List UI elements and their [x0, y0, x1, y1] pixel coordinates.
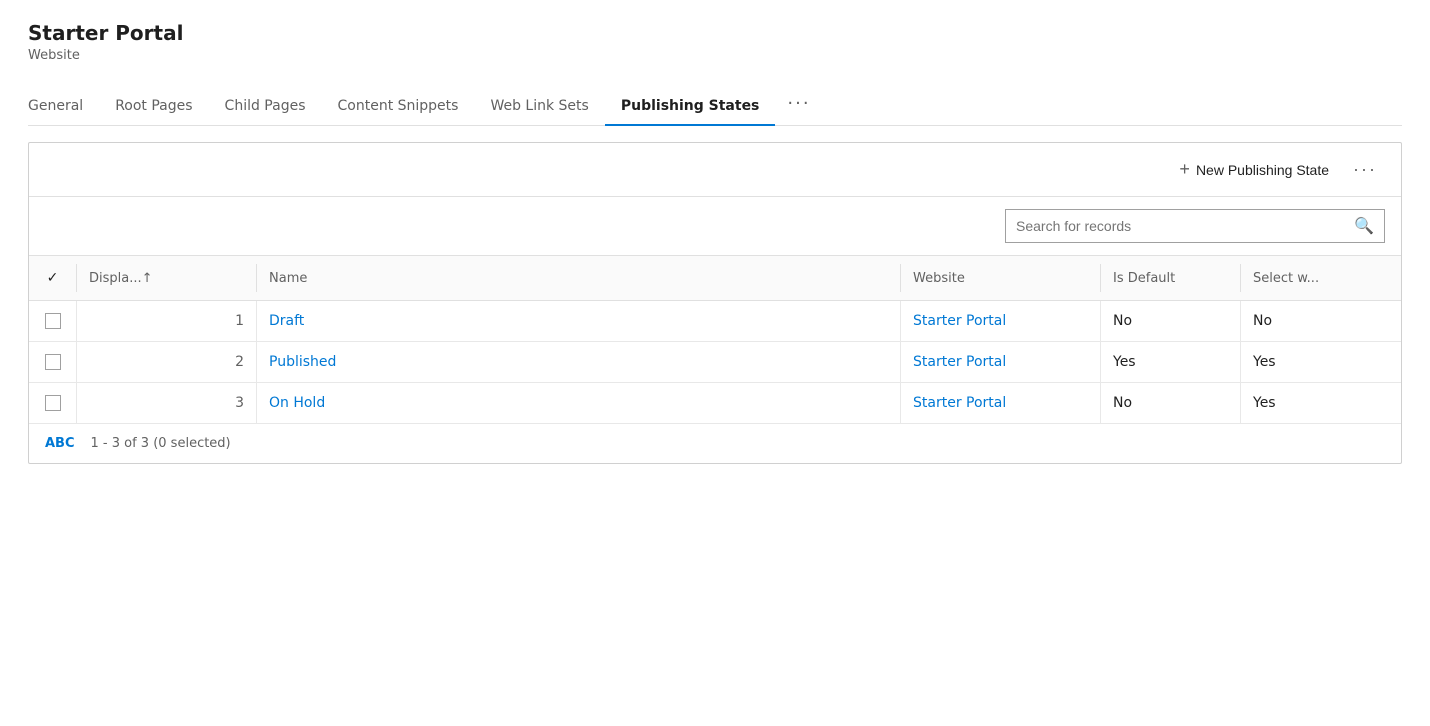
row1-display: 1	[77, 301, 257, 341]
tab-root-pages[interactable]: Root Pages	[99, 88, 208, 126]
toolbar-more-button[interactable]: ···	[1345, 155, 1385, 184]
tab-web-link-sets[interactable]: Web Link Sets	[474, 88, 604, 126]
row1-website[interactable]: Starter Portal	[901, 301, 1101, 341]
search-button[interactable]: 🔍	[1344, 210, 1384, 242]
new-publishing-state-button[interactable]: + New Publishing State	[1171, 155, 1337, 184]
search-box: 🔍	[1005, 209, 1385, 243]
tab-more-icon[interactable]: ···	[775, 83, 822, 126]
row3-select-w: Yes	[1241, 383, 1401, 423]
th-is-default[interactable]: Is Default	[1101, 264, 1241, 292]
table-row: 3 On Hold Starter Portal No Yes	[29, 383, 1401, 424]
search-input[interactable]	[1006, 212, 1344, 240]
tab-child-pages[interactable]: Child Pages	[209, 88, 322, 126]
row1-is-default: No	[1101, 301, 1241, 341]
row2-website[interactable]: Starter Portal	[901, 342, 1101, 382]
row2-select-w: Yes	[1241, 342, 1401, 382]
page-container: Starter Portal Website General Root Page…	[0, 0, 1430, 484]
tabs-bar: General Root Pages Child Pages Content S…	[28, 83, 1402, 126]
row2-name[interactable]: Published	[257, 342, 901, 382]
row2-is-default: Yes	[1101, 342, 1241, 382]
th-website[interactable]: Website	[901, 264, 1101, 292]
footer-count: 1 - 3 of 3 (0 selected)	[91, 436, 231, 451]
table-footer: ABC 1 - 3 of 3 (0 selected)	[29, 424, 1401, 463]
table-header: ✓ Displa...↑ Name Website Is Default Sel…	[29, 255, 1401, 301]
header: Starter Portal Website	[28, 20, 1402, 63]
row2-display: 2	[77, 342, 257, 382]
footer-abc[interactable]: ABC	[45, 436, 75, 451]
tab-publishing-states[interactable]: Publishing States	[605, 88, 776, 126]
tab-content-snippets[interactable]: Content Snippets	[322, 88, 475, 126]
row3-name[interactable]: On Hold	[257, 383, 901, 423]
row1-checkbox[interactable]	[29, 301, 77, 341]
checkbox[interactable]	[45, 354, 61, 370]
table-row: 1 Draft Starter Portal No No	[29, 301, 1401, 342]
row3-checkbox[interactable]	[29, 383, 77, 423]
row3-website[interactable]: Starter Portal	[901, 383, 1101, 423]
panel-toolbar: + New Publishing State ···	[29, 143, 1401, 196]
row1-name[interactable]: Draft	[257, 301, 901, 341]
th-checkbox: ✓	[29, 264, 77, 292]
row2-checkbox[interactable]	[29, 342, 77, 382]
content-panel: + New Publishing State ··· 🔍 ✓	[28, 142, 1402, 464]
checkbox[interactable]	[45, 313, 61, 329]
tab-general[interactable]: General	[28, 88, 99, 126]
app-title: Starter Portal	[28, 20, 1402, 46]
row3-display: 3	[77, 383, 257, 423]
th-name[interactable]: Name	[257, 264, 901, 292]
table-row: 2 Published Starter Portal Yes Yes	[29, 342, 1401, 383]
th-display[interactable]: Displa...↑	[77, 264, 257, 292]
check-icon: ✓	[47, 270, 59, 286]
row3-is-default: No	[1101, 383, 1241, 423]
search-row: 🔍	[29, 197, 1401, 255]
table-container: ✓ Displa...↑ Name Website Is Default Sel…	[29, 255, 1401, 424]
checkbox[interactable]	[45, 395, 61, 411]
row1-select-w: No	[1241, 301, 1401, 341]
app-subtitle: Website	[28, 48, 1402, 63]
new-btn-label: New Publishing State	[1196, 162, 1329, 178]
search-icon: 🔍	[1354, 218, 1374, 235]
plus-icon: +	[1179, 159, 1190, 180]
th-select-w[interactable]: Select w...	[1241, 264, 1401, 292]
